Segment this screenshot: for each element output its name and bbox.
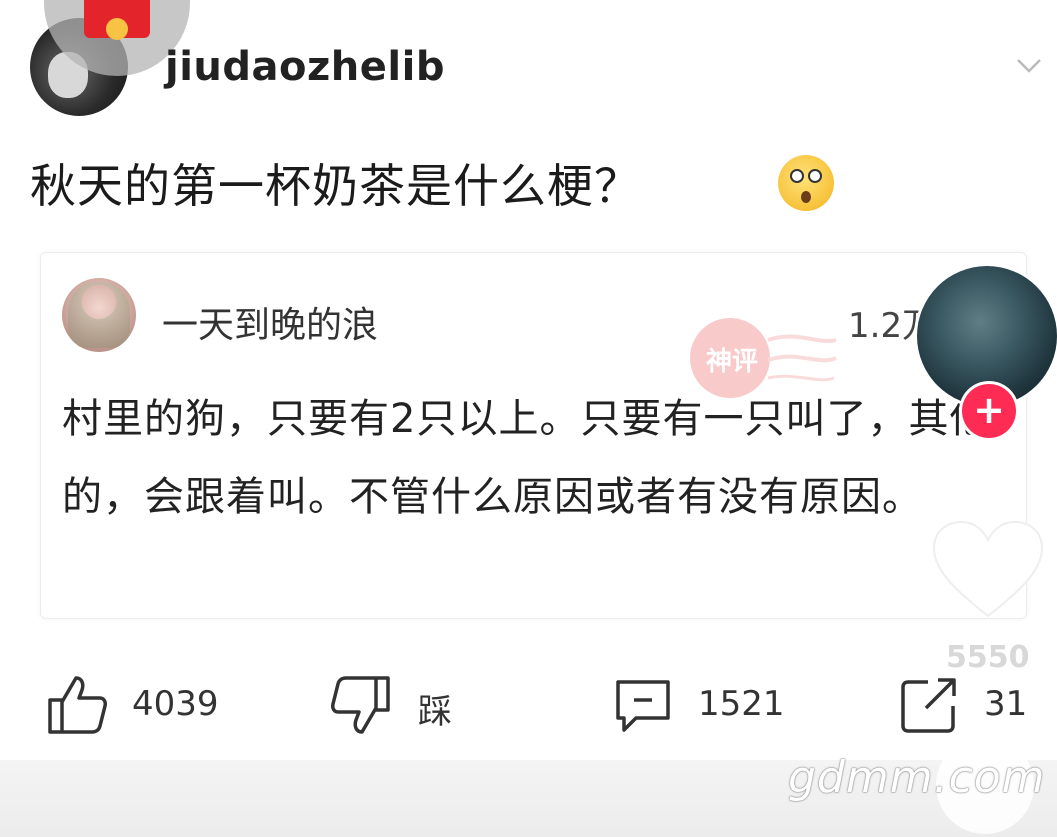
side-like-count: 5550 [946,640,1030,675]
commenter-avatar[interactable] [62,278,136,352]
like-count[interactable]: 4039 [132,684,219,724]
comment-icon[interactable] [612,674,674,736]
username[interactable]: jiudaozhelib [165,44,445,90]
comment-text: 村里的狗，只要有2只以上。只要有一只叫了，其他的，会跟着叫。不管什么原因或者有没… [62,396,991,520]
heart-icon[interactable] [930,520,1046,620]
commenter-name[interactable]: 一天到晚的浪 [162,296,378,348]
thumbs-up-icon[interactable] [46,674,108,736]
post-title: 秋天的第一杯奶茶是什么梗？ [30,159,641,213]
stamp-text: 神评 [706,347,758,377]
share-count[interactable]: 31 [984,684,1027,724]
chevron-down-icon[interactable] [1016,52,1042,78]
dislike-label[interactable]: 踩 [418,684,452,733]
watermark: gdmm.com [788,752,1046,803]
surprised-emoji-icon [778,155,834,211]
comment-count[interactable]: 1521 [698,684,785,724]
share-icon[interactable] [898,674,960,736]
thumbs-down-icon[interactable] [330,674,392,736]
follow-plus-button[interactable]: + [962,384,1016,438]
red-packet-icon[interactable] [84,0,150,40]
